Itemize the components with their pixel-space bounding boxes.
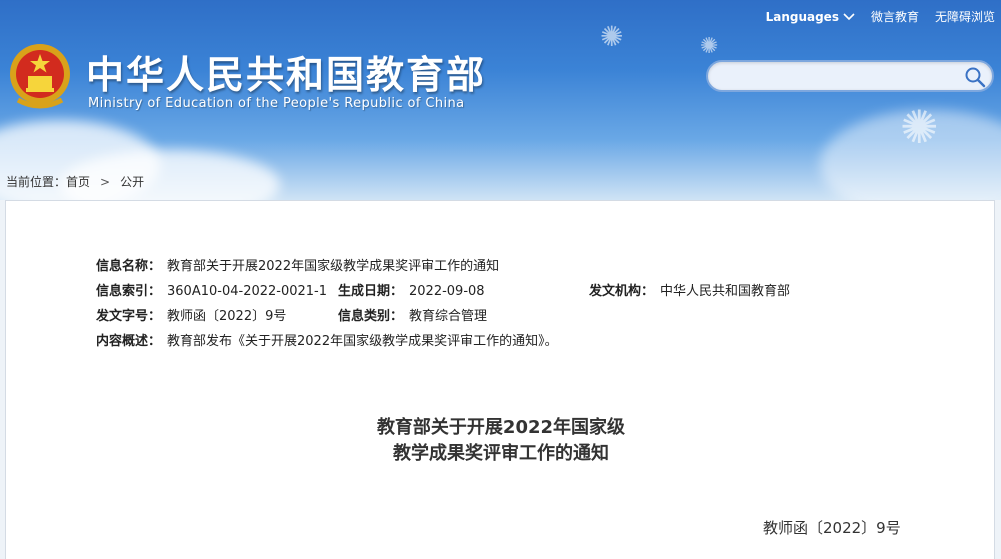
- national-emblem-icon[interactable]: [8, 40, 72, 112]
- accessibility-link[interactable]: 无障碍浏览: [935, 8, 995, 25]
- meta-summary-label: 内容概述：: [96, 334, 162, 349]
- meta-docno-value: 教师函〔2022〕9号: [167, 309, 287, 324]
- meta-index-value: 360A10-04-2022-0021-1: [167, 284, 328, 299]
- top-links: Languages 微言教育 无障碍浏览: [766, 8, 995, 25]
- site-title-en: Ministry of Education of the People's Re…: [88, 96, 465, 111]
- languages-dropdown[interactable]: Languages: [766, 8, 855, 25]
- meta-name-value: 教育部关于开展2022年国家级教学成果奖评审工作的通知: [167, 259, 500, 274]
- meta-name-label: 信息名称：: [96, 259, 162, 274]
- meta-date-value: 2022-09-08: [409, 284, 485, 299]
- breadcrumb-home-link[interactable]: 首页: [66, 175, 90, 189]
- meta-docno-label: 发文字号：: [96, 309, 162, 324]
- content-panel: 信息名称： 教育部关于开展2022年国家级教学成果奖评审工作的通知 信息索引： 36…: [5, 200, 995, 559]
- breadcrumb-current-link[interactable]: 公开: [120, 173, 144, 190]
- search-icon[interactable]: [964, 66, 986, 88]
- chevron-down-icon: [843, 12, 855, 20]
- meta-row-index: 信息索引： 360A10-04-2022-0021-1: [96, 280, 327, 299]
- document-title-line2: 教学成果奖评审工作的通知: [393, 443, 609, 464]
- meta-date-label: 生成日期：: [338, 284, 404, 299]
- dandelion-decoration: ✺: [700, 34, 719, 59]
- site-header: ✺ ✺ ✺ Languages 微言教育 无障碍浏览 中华人民共和国教育部 Mi…: [0, 0, 1001, 200]
- languages-label: Languages: [765, 9, 839, 24]
- meta-row-date: 生成日期： 2022-09-08: [338, 280, 485, 299]
- document-number: 教师函〔2022〕9号: [763, 519, 901, 537]
- search-input[interactable]: [722, 66, 962, 86]
- meta-row-name: 信息名称： 教育部关于开展2022年国家级教学成果奖评审工作的通知: [96, 255, 499, 274]
- meta-category-label: 信息类别：: [338, 309, 404, 324]
- document-title: 教育部关于开展2022年国家级 教学成果奖评审工作的通知: [6, 415, 996, 467]
- meta-org-label: 发文机构：: [589, 284, 655, 299]
- breadcrumb-prefix: 当前位置：首页: [6, 173, 90, 190]
- weibo-link[interactable]: 微言教育: [871, 8, 919, 25]
- meta-row-category: 信息类别： 教育综合管理: [338, 305, 487, 324]
- meta-index-label: 信息索引：: [96, 284, 162, 299]
- breadcrumb: 当前位置：首页 > 公开: [6, 173, 144, 190]
- document-title-line1: 教育部关于开展2022年国家级: [376, 417, 626, 438]
- dandelion-decoration: ✺: [900, 100, 939, 154]
- meta-org-value: 中华人民共和国教育部: [660, 284, 791, 299]
- meta-row-org: 发文机构： 中华人民共和国教育部: [589, 280, 790, 299]
- dandelion-decoration: ✺: [600, 20, 624, 53]
- meta-category-value: 教育综合管理: [409, 309, 488, 324]
- meta-row-summary: 内容概述： 教育部发布《关于开展2022年国家级教学成果奖评审工作的通知》。: [96, 330, 558, 349]
- breadcrumb-prefix-label: 当前位置：: [6, 175, 67, 189]
- meta-row-docno: 发文字号： 教师函〔2022〕9号: [96, 305, 286, 324]
- search-box: [706, 60, 994, 92]
- site-title-cn[interactable]: 中华人民共和国教育部: [86, 44, 486, 99]
- chevron-right-icon: >: [100, 174, 111, 189]
- meta-summary-value: 教育部发布《关于开展2022年国家级教学成果奖评审工作的通知》。: [167, 334, 558, 349]
